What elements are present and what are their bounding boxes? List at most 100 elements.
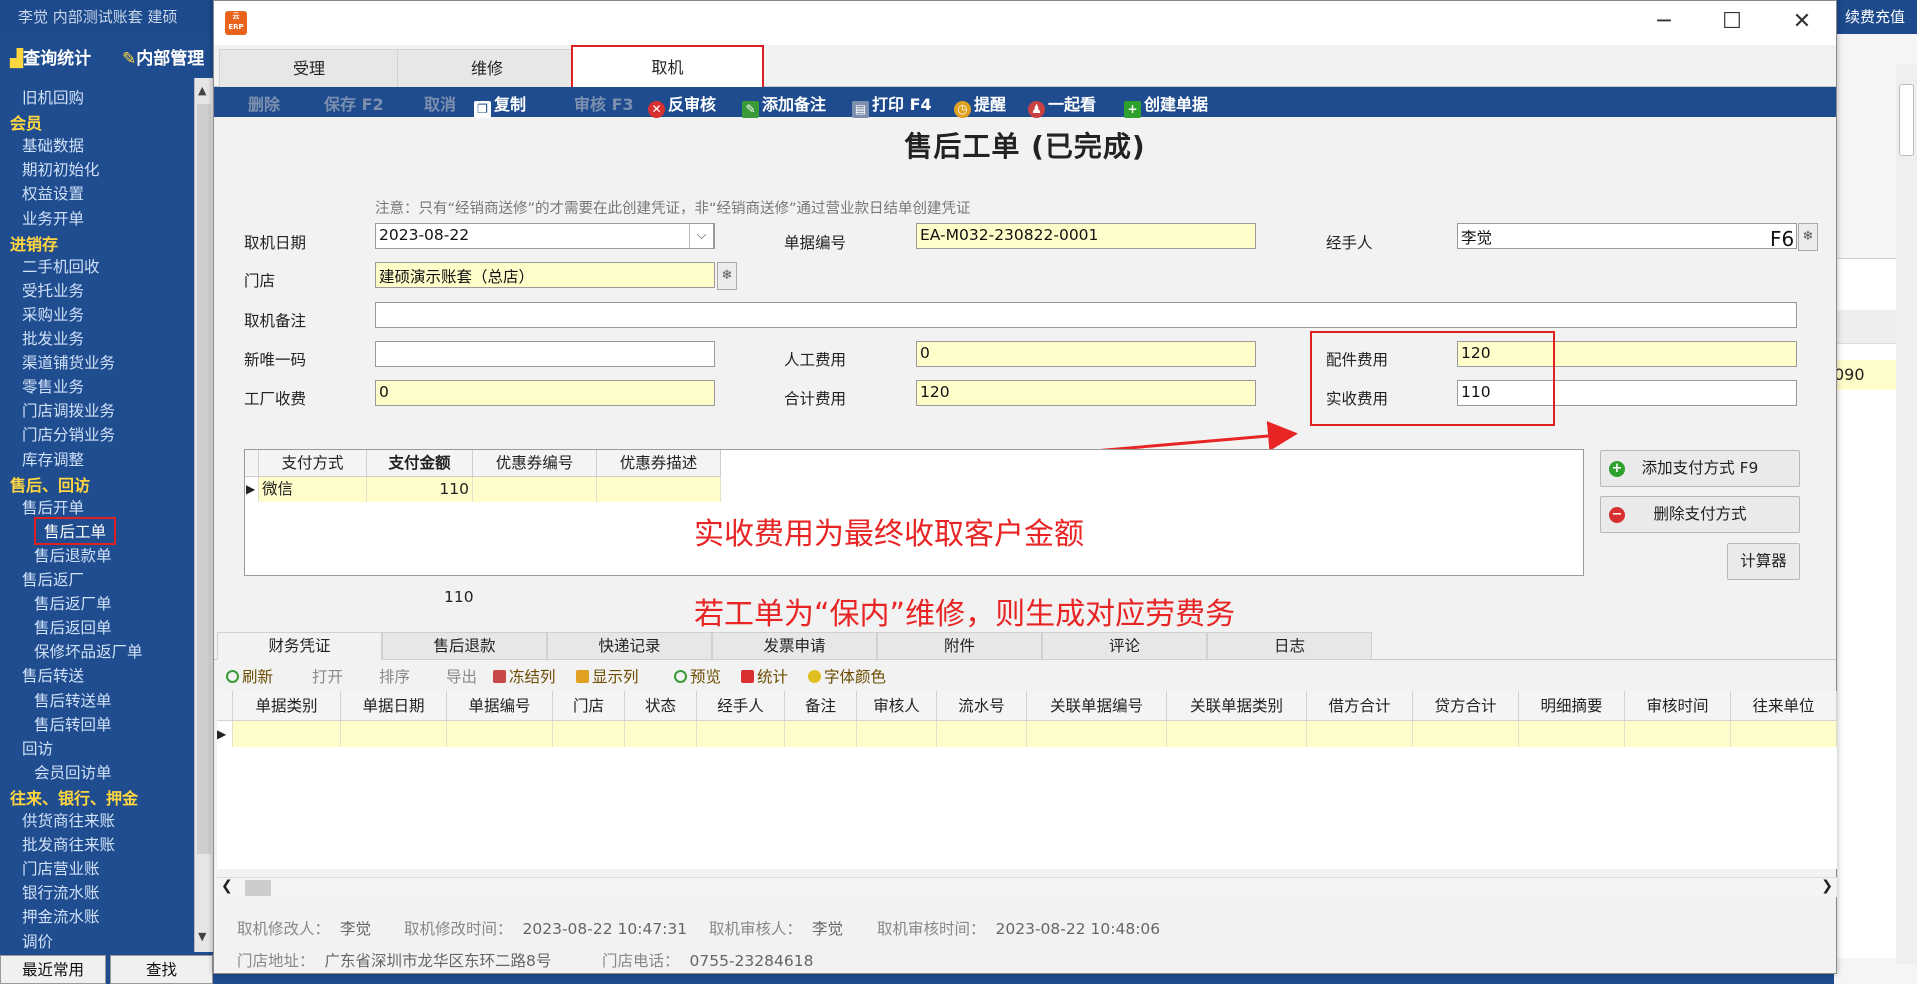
sidebar-item[interactable]: 售后工单	[34, 516, 117, 545]
grid-cell[interactable]	[553, 721, 625, 747]
refresh-button[interactable]: 刷新	[226, 665, 273, 687]
sidebar-item[interactable]: 批发业务	[22, 327, 84, 349]
sidebar-item[interactable]: 旧机回购	[22, 86, 84, 108]
close-icon[interactable]: ✕	[1782, 9, 1822, 34]
grid-cell[interactable]	[1307, 721, 1413, 747]
scroll-right-icon[interactable]: ❯	[1821, 878, 1833, 894]
sidebar-item[interactable]: 期初初始化	[22, 158, 100, 180]
cancel-button[interactable]: 取消	[424, 91, 456, 115]
copy-button[interactable]: ❐ 复制	[474, 91, 526, 118]
sidebar-item[interactable]: 供货商往来账	[22, 809, 115, 831]
grid-cell[interactable]	[857, 721, 937, 747]
save-button[interactable]: 保存 F2	[324, 91, 384, 115]
grid-col-header[interactable]: 备注	[785, 691, 857, 721]
sidebar-item[interactable]: 保修坏品返厂单	[34, 640, 143, 662]
sidebar-section[interactable]: 售后、回访	[10, 472, 90, 496]
grid-cell[interactable]	[1167, 721, 1307, 747]
coupon-no-cell[interactable]	[473, 477, 597, 502]
sidebar-item[interactable]: 零售业务	[22, 375, 84, 397]
grid-cell[interactable]	[625, 721, 697, 747]
sidebar-item[interactable]: 门店调拨业务	[22, 399, 115, 421]
scroll-thumb[interactable]	[197, 104, 211, 854]
calculator-button[interactable]: 计算器	[1727, 543, 1800, 580]
sidebar-item[interactable]: 售后返厂单	[34, 592, 112, 614]
scroll-down-icon[interactable]: ▼	[198, 930, 206, 943]
sidebar-item[interactable]: 采购业务	[22, 303, 84, 325]
tab-refund[interactable]: 售后退款	[382, 632, 547, 660]
factory-fee-field[interactable]: 0	[375, 380, 715, 406]
grid-cell[interactable]	[1625, 721, 1731, 747]
renew-link[interactable]: 续费充值	[1845, 6, 1905, 27]
grid-cell[interactable]	[1413, 721, 1519, 747]
grid-cell[interactable]	[1027, 721, 1167, 747]
sidebar-item[interactable]: 二手机回收	[22, 255, 100, 277]
grid-cell[interactable]	[447, 721, 553, 747]
grid-col-header[interactable]: 状态	[625, 691, 697, 721]
grid-cell[interactable]	[233, 721, 341, 747]
grid-col-header[interactable]: 关联单据编号	[1027, 691, 1167, 721]
freeze-columns-button[interactable]: 冻结列	[493, 665, 556, 687]
add-payment-button[interactable]: + 添加支付方式 F9	[1600, 450, 1800, 487]
grid-col-header[interactable]: 单据日期	[341, 691, 447, 721]
sidebar-item[interactable]: 受托业务	[22, 279, 84, 301]
tab-find[interactable]: 查找	[110, 955, 213, 984]
grid-col-header[interactable]: 单据编号	[447, 691, 553, 721]
tab-log[interactable]: 日志	[1207, 632, 1372, 660]
grid-col-header[interactable]: 借方合计	[1307, 691, 1413, 721]
grid-col-header[interactable]: 往来单位	[1731, 691, 1837, 721]
sidebar-section[interactable]: 会员	[10, 110, 42, 134]
unaudit-button[interactable]: ✕ 反审核	[648, 91, 716, 118]
scroll-up-icon[interactable]: ▲	[198, 84, 206, 97]
scroll-left-icon[interactable]: ❮	[221, 878, 233, 894]
sidebar-item[interactable]: 基础数据	[22, 134, 84, 156]
sidebar-item[interactable]: 售后转送单	[34, 689, 112, 711]
sidebar-item[interactable]: 门店分销业务	[22, 423, 115, 445]
font-color-button[interactable]: 字体颜色	[808, 665, 886, 687]
grid-cell[interactable]	[341, 721, 447, 747]
sidebar-item[interactable]: 渠道铺货业务	[22, 351, 115, 373]
minimize-icon[interactable]: ─	[1644, 9, 1684, 34]
tab-comment[interactable]: 评论	[1042, 632, 1207, 660]
pay-method-cell[interactable]: 微信	[259, 477, 367, 502]
grid-col-header[interactable]: 贷方合计	[1413, 691, 1519, 721]
show-columns-button[interactable]: 显示列	[576, 665, 639, 687]
tab-attachment[interactable]: 附件	[877, 632, 1042, 660]
sidebar-item[interactable]: 回访	[22, 737, 53, 759]
grid-col-header[interactable]: 明细摘要	[1519, 691, 1625, 721]
sidebar-item[interactable]: 权益设置	[22, 182, 84, 204]
tab-recent[interactable]: 最近常用	[0, 955, 106, 984]
grid-col-header[interactable]: 审核人	[857, 691, 937, 721]
tab-accept[interactable]: 受理	[219, 49, 399, 87]
grid-cell[interactable]	[937, 721, 1027, 747]
sidebar-item[interactable]: 会员回访单	[34, 761, 112, 783]
grid-col-header[interactable]: 单据类别	[233, 691, 341, 721]
add-note-button[interactable]: ✎ 添加备注	[742, 91, 826, 118]
pickup-date-field[interactable]: 2023-08-22	[375, 223, 715, 249]
grid-cell[interactable]	[697, 721, 785, 747]
grid-col-header[interactable]: 门店	[553, 691, 625, 721]
sidebar-item[interactable]: 门店营业账	[22, 857, 100, 879]
watch-together-button[interactable]: ♟ 一起看	[1028, 91, 1096, 118]
sidebar-section[interactable]: 进销存	[10, 231, 58, 255]
tab-express[interactable]: 快递记录	[547, 632, 712, 660]
labor-fee-field[interactable]: 0	[916, 341, 1256, 367]
store-picker-button[interactable]: ❄	[717, 262, 737, 290]
sidebar-item[interactable]: 调价	[22, 930, 53, 952]
grid-col-header[interactable]: 流水号	[937, 691, 1027, 721]
sidebar-item[interactable]: 售后转回单	[34, 713, 112, 735]
tab-invoice[interactable]: 发票申请	[712, 632, 877, 660]
tab-repair[interactable]: 维修	[397, 49, 577, 87]
grid-col-header[interactable]: 审核时间	[1625, 691, 1731, 721]
sidebar-item[interactable]: 售后开单	[22, 496, 84, 518]
right-scrollbar[interactable]	[1896, 64, 1917, 964]
sidebar-scrollbar[interactable]: ▲ ▼	[194, 78, 213, 952]
preview-button[interactable]: 预览	[674, 665, 721, 687]
sidebar-item[interactable]: 押金流水账	[22, 905, 100, 927]
sidebar-item[interactable]: 售后转送	[22, 664, 84, 686]
sidebar-section[interactable]: 往来、银行、押金	[10, 785, 138, 809]
audit-button[interactable]: 审核 F3	[574, 91, 634, 115]
remark-field[interactable]	[375, 302, 1797, 328]
sort-button[interactable]: 排序	[379, 665, 410, 687]
menu-query-stats[interactable]: ▟查询统计	[10, 44, 91, 69]
remind-button[interactable]: ◷ 提醒	[954, 91, 1006, 118]
